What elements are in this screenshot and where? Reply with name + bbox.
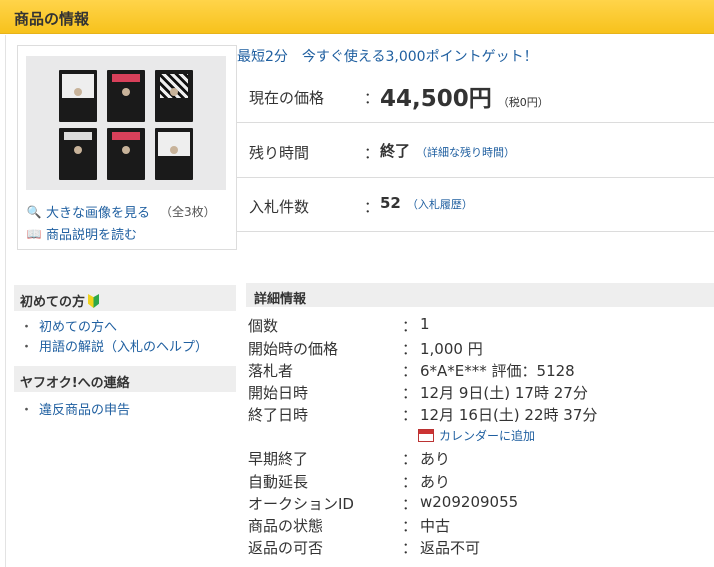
- colon: ：: [364, 89, 380, 107]
- magnifier-icon: 🔍: [26, 204, 42, 219]
- add-to-calendar[interactable]: カレンダーに追加: [418, 427, 535, 444]
- detail-key: オークションID: [248, 495, 354, 513]
- floppy-disk: [155, 128, 193, 180]
- detail-value: あり: [420, 450, 451, 468]
- colon: ：: [402, 517, 418, 535]
- detail-key: 返品の可否: [248, 539, 324, 557]
- price-amount: 44,500円: [380, 86, 492, 112]
- colon: ：: [402, 495, 418, 513]
- contact-heading-text: ヤフオク!への連絡: [20, 376, 130, 391]
- time-left-label: 残り時間: [249, 144, 310, 162]
- detail-row-end-date: 終了日時 ： 12月 16日(土) 22時 37分: [248, 404, 708, 425]
- sidebar-item-report-violation[interactable]: ・違反商品の申告: [20, 399, 130, 418]
- add-to-calendar-link[interactable]: カレンダーに追加: [439, 427, 535, 444]
- read-description-link[interactable]: 商品説明を読む: [46, 224, 137, 243]
- product-photo[interactable]: [26, 56, 226, 190]
- detail-value: 12月 9日(土) 17時 27分: [420, 384, 588, 402]
- time-left-row: 残り時間 ： 終了 （詳細な残り時間）: [237, 124, 714, 178]
- detailed-time-link[interactable]: （詳細な残り時間）: [416, 146, 515, 159]
- colon: ：: [402, 362, 418, 380]
- detail-row-early-end: 早期終了 ：あり: [248, 448, 708, 469]
- status-text: 終了: [380, 142, 411, 160]
- image-count: （全3枚）: [160, 205, 216, 219]
- detail-key: 終了日時: [248, 406, 309, 424]
- detail-row-start-price: 開始時の価格 ： 1,000 円: [248, 338, 708, 359]
- detail-row-auction-id: オークションID ： w209209055: [248, 493, 708, 514]
- bid-count: 52: [380, 194, 401, 212]
- tax-note: （税0円）: [497, 96, 549, 109]
- sidebar-item-glossary[interactable]: ・用語の解説（入札のヘルプ）: [20, 336, 208, 355]
- read-description[interactable]: 📖 商品説明を読む: [26, 224, 138, 244]
- bid-count-label: 入札件数: [249, 198, 310, 216]
- detail-key: 開始日時: [248, 384, 309, 402]
- detail-value: 中古: [420, 517, 451, 535]
- detail-value: あり: [420, 473, 451, 491]
- floppy-disk: [59, 70, 97, 122]
- beginners-heading: 初めての方: [14, 285, 236, 311]
- detail-value: 6*A*E*** 評価：5128: [420, 362, 575, 380]
- sidebar-item-label[interactable]: 初めての方へ: [39, 320, 117, 335]
- beginners-heading-text: 初めての方: [20, 295, 86, 310]
- detail-value: 1,000 円: [420, 340, 483, 358]
- section-header: 商品の情報: [0, 0, 714, 34]
- view-large-image-link[interactable]: 大きな画像を見る: [46, 202, 150, 221]
- detail-value: 1: [420, 315, 430, 333]
- detail-key: 開始時の価格: [248, 340, 339, 358]
- detail-row-auto-extend: 自動延長 ：あり: [248, 471, 708, 492]
- colon: ：: [402, 406, 418, 424]
- bid-history-link[interactable]: （入札履歴）: [407, 198, 473, 211]
- floppy-disk: [59, 128, 97, 180]
- details-heading: 詳細情報: [246, 283, 714, 307]
- colon: ：: [402, 473, 418, 491]
- colon: ：: [402, 384, 418, 402]
- current-price-value: 44,500円 （税0円）: [380, 79, 549, 113]
- detail-value: w209209055: [420, 493, 519, 511]
- floppy-disk: [107, 128, 145, 180]
- detail-row-quantity: 個数 ： 1: [248, 315, 708, 336]
- detail-row-returns: 返品の可否 ：返品不可: [248, 537, 708, 558]
- detail-value: 12月 16日(土) 22時 37分: [420, 406, 598, 424]
- bid-count-value: 52 （入札履歴）: [380, 194, 473, 212]
- detail-key: 商品の状態: [248, 517, 324, 535]
- floppy-disk: [107, 70, 145, 122]
- sidebar-item-beginners-guide[interactable]: ・初めての方へ: [20, 316, 117, 335]
- sidebar-item-label[interactable]: 用語の解説（入札のヘルプ）: [39, 340, 208, 355]
- detail-row-condition: 商品の状態 ：中古: [248, 515, 708, 536]
- floppy-disk: [155, 70, 193, 122]
- colon: ：: [402, 340, 418, 358]
- sidebar-item-label[interactable]: 違反商品の申告: [39, 403, 130, 418]
- detail-value: 返品不可: [420, 539, 481, 557]
- detail-key: 自動延長: [248, 473, 309, 491]
- view-large-image[interactable]: 🔍 大きな画像を見る （全3枚）: [26, 202, 216, 222]
- detail-row-winner: 落札者 ： 6*A*E*** 評価：5128: [248, 360, 708, 381]
- book-icon: 📖: [26, 226, 42, 241]
- contact-heading: ヤフオク!への連絡: [14, 366, 236, 392]
- colon: ：: [402, 450, 418, 468]
- colon: ：: [364, 198, 380, 216]
- current-price-label: 現在の価格: [249, 89, 325, 107]
- points-promo-link[interactable]: 最短2分 今すぐ使える3,000ポイントゲット！: [237, 46, 538, 66]
- detail-key: 落札者: [248, 362, 294, 380]
- detail-key: 早期終了: [248, 450, 309, 468]
- current-price-row: 現在の価格 ： 44,500円 （税0円）: [237, 69, 714, 123]
- section-title: 商品の情報: [14, 10, 90, 28]
- calendar-icon: [418, 429, 434, 442]
- detail-key: 個数: [248, 317, 279, 335]
- colon: ：: [402, 317, 418, 335]
- colon: ：: [364, 144, 380, 162]
- bid-count-row: 入札件数 ： 52 （入札履歴）: [237, 178, 714, 232]
- time-left-value: 終了 （詳細な残り時間）: [380, 140, 515, 161]
- divider: [5, 35, 6, 567]
- colon: ：: [402, 539, 418, 557]
- detail-row-start-date: 開始日時 ： 12月 9日(土) 17時 27分: [248, 382, 708, 403]
- beginner-mark-icon: [88, 294, 100, 308]
